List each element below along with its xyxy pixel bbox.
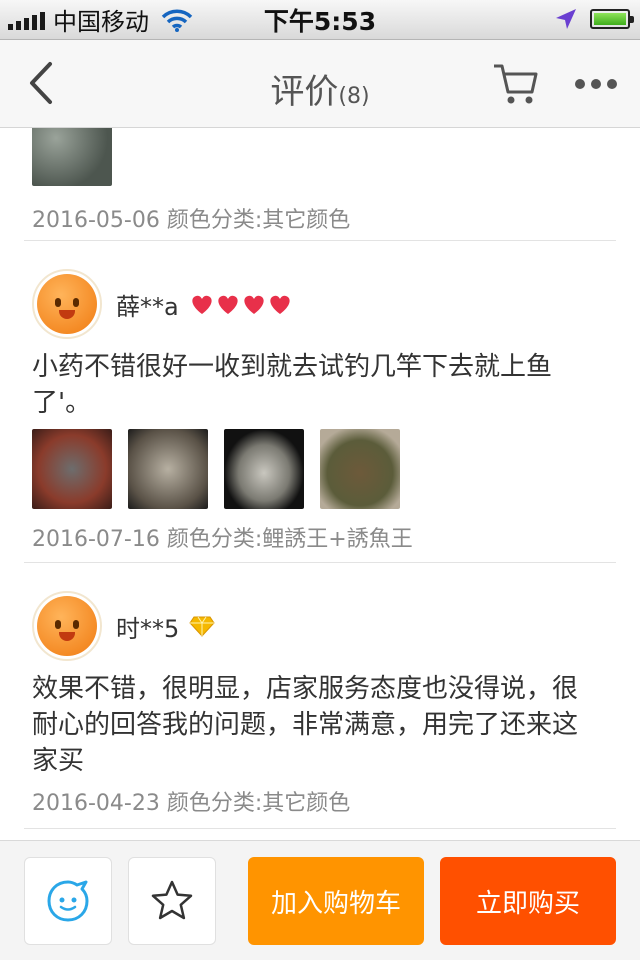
review-photo[interactable]	[128, 429, 208, 509]
location-arrow-icon	[556, 9, 576, 29]
customer-service-button[interactable]	[24, 857, 112, 945]
review-photo[interactable]	[32, 128, 112, 186]
page-title-text: 评价	[270, 72, 339, 112]
bottom-action-bar: 加入购物车 立即购买	[0, 840, 640, 960]
signal-icon	[8, 10, 45, 30]
nav-bar: 评价(8)	[0, 40, 640, 128]
reviewer-name: 薛**a	[116, 292, 179, 321]
add-to-cart-button[interactable]: 加入购物车	[248, 857, 424, 945]
battery-icon	[590, 9, 634, 29]
service-chat-icon	[47, 880, 89, 922]
review-date-line: 2016-07-16 颜色分类:鲤誘王+誘魚王	[32, 527, 413, 552]
favorite-star-icon	[151, 880, 193, 920]
review-date-line: 2016-05-06 颜色分类:其它颜色	[32, 208, 351, 233]
diamond-level-badge-icon	[189, 616, 215, 637]
review-item: 薛**a 小药不错很好一收到就去试钓几竿下去就上鱼了'。 2016-07-16 …	[24, 241, 616, 563]
avatar	[32, 591, 102, 661]
status-bar: 中国移动 下午5:53	[0, 0, 640, 40]
review-photo[interactable]	[320, 429, 400, 509]
review-photos	[24, 429, 416, 509]
buy-now-button[interactable]: 立即购买	[440, 857, 616, 945]
cart-icon[interactable]	[490, 58, 540, 108]
carrier-label: 中国移动	[53, 8, 149, 36]
review-photo[interactable]	[32, 429, 112, 509]
avatar	[32, 269, 102, 339]
review-text: 小药不错很好一收到就去试钓几竿下去就上鱼了'。	[32, 352, 553, 418]
review-item: 2016-05-06 颜色分类:其它颜色	[24, 128, 616, 241]
review-text: 效果不错，很明显，店家服务态度也没得说，很耐心的回答我的问题，非常满意，用完了还…	[32, 674, 579, 776]
review-list[interactable]: 2016-05-06 颜色分类:其它颜色 薛**a 小药不错很好一收到就去试钓几…	[0, 128, 640, 840]
review-count: (8)	[338, 84, 370, 109]
wifi-icon	[161, 9, 193, 32]
page-title: 评价(8)	[0, 64, 640, 113]
review-item: 时**5 效果不错，很明显，店家服务态度也没得说，很耐心的回答我的问题，非常满意…	[24, 563, 616, 829]
review-photo[interactable]	[224, 429, 304, 509]
heart-level-badge-icon	[189, 291, 293, 317]
more-dots-icon[interactable]	[574, 74, 618, 94]
review-date-line: 2016-04-23 颜色分类:其它颜色	[32, 791, 351, 816]
reviewer-name: 时**5	[116, 614, 180, 643]
favorite-button[interactable]	[128, 857, 216, 945]
